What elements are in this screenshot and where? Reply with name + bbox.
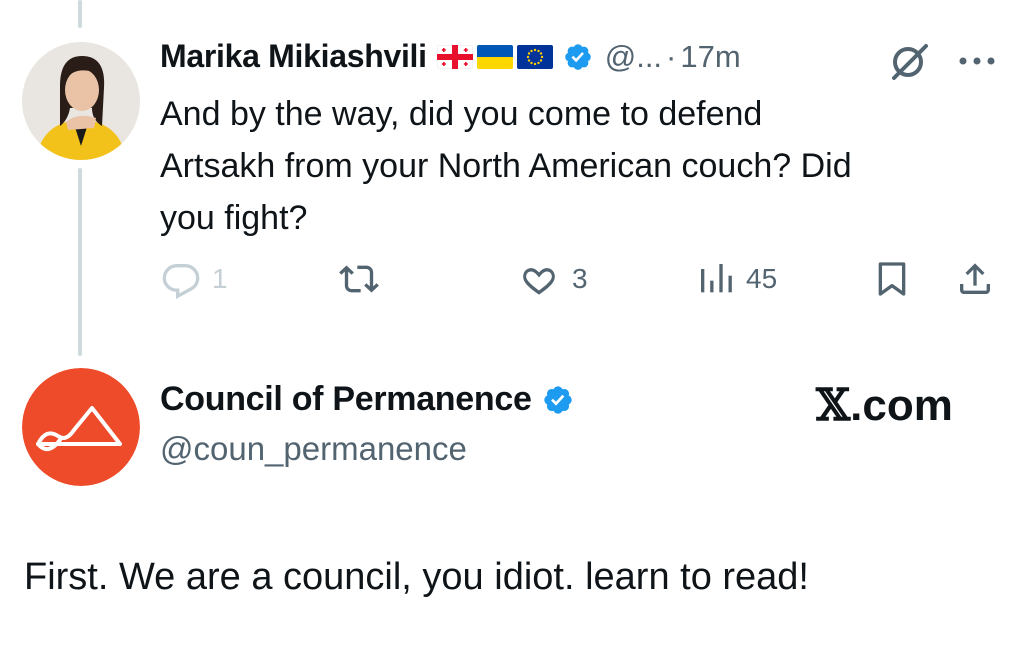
retweet-button[interactable] bbox=[334, 259, 384, 299]
council-display-name[interactable]: Council of Permanence bbox=[160, 380, 532, 419]
overlay-caption: First. We are a council, you idiot. lear… bbox=[24, 556, 809, 598]
like-button[interactable]: 3 bbox=[516, 259, 588, 299]
council-handle[interactable]: @coun_permanence bbox=[160, 430, 467, 468]
reply-count: 1 bbox=[212, 263, 228, 294]
separator-dot: · bbox=[666, 38, 677, 74]
author-handle[interactable]: @... bbox=[605, 39, 662, 75]
bookmark-icon bbox=[878, 262, 906, 296]
like-count: 3 bbox=[572, 263, 588, 294]
views-button[interactable]: 45 bbox=[696, 259, 777, 299]
brand-suffix: .com bbox=[850, 381, 953, 430]
council-header: Council of Permanence bbox=[160, 380, 574, 419]
heart-icon bbox=[523, 268, 555, 295]
views-count: 45 bbox=[746, 263, 778, 294]
share-button[interactable] bbox=[954, 259, 996, 299]
share-icon bbox=[960, 263, 990, 294]
tweet-timestamp[interactable]: 17m bbox=[680, 39, 740, 75]
views-icon bbox=[701, 264, 732, 293]
verified-badge-icon[interactable] bbox=[542, 384, 574, 416]
thread-line-top bbox=[78, 0, 82, 28]
reply-icon bbox=[162, 264, 200, 299]
marika-avatar[interactable] bbox=[22, 42, 140, 160]
reply-text: And by the way, did you come to defend A… bbox=[160, 95, 852, 237]
verified-badge-icon[interactable] bbox=[563, 42, 593, 72]
retweet-icon bbox=[339, 265, 379, 293]
council-avatar[interactable] bbox=[22, 368, 140, 486]
x-logo-icon: 𝕏 bbox=[816, 380, 851, 431]
reply-header: Marika Mikiashvili @... · 17m bbox=[160, 38, 741, 75]
grok-icon[interactable] bbox=[886, 42, 932, 82]
x-com-logo: 𝕏.com bbox=[816, 380, 953, 431]
action-bar: 1 3 45 bbox=[0, 255, 1024, 305]
bookmark-button[interactable] bbox=[872, 259, 912, 299]
more-options-icon[interactable] bbox=[955, 54, 999, 66]
georgia-flag-icon bbox=[436, 44, 473, 69]
ukraine-flag-icon bbox=[476, 44, 513, 69]
author-display-name[interactable]: Marika Mikiashvili bbox=[160, 38, 427, 75]
eu-flag-icon bbox=[516, 44, 553, 69]
flag-emojis bbox=[436, 44, 553, 69]
reply-button[interactable]: 1 bbox=[160, 259, 228, 299]
